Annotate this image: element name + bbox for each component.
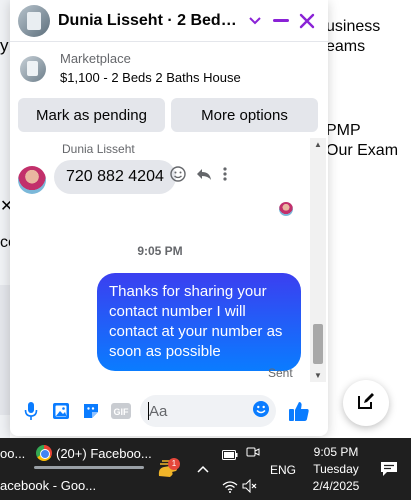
background-link-text[interactable]: Our Exam bbox=[326, 141, 398, 161]
background-link-text[interactable]: PMP bbox=[326, 121, 361, 141]
scrollbar-thumb[interactable] bbox=[313, 324, 323, 364]
message-composer: GIF bbox=[10, 390, 328, 432]
sender-avatar[interactable] bbox=[18, 166, 46, 194]
clock-date: 2/4/2025 bbox=[312, 479, 360, 493]
close-icon[interactable] bbox=[294, 8, 320, 34]
messenger-chat-window: Dunia Lisseht · 2 Beds 2 Baths House Mar… bbox=[10, 0, 328, 436]
message-input-wrapper[interactable] bbox=[140, 395, 276, 427]
gif-icon[interactable]: GIF bbox=[106, 396, 136, 426]
mark-as-pending-button[interactable]: Mark as pending bbox=[18, 98, 165, 132]
speaker-muted-icon[interactable] bbox=[242, 478, 258, 498]
chevron-down-icon[interactable] bbox=[242, 8, 268, 34]
listing-label: Marketplace bbox=[60, 51, 131, 66]
chevron-up-icon[interactable] bbox=[197, 460, 209, 476]
scroll-up-arrow-icon[interactable]: ▲ bbox=[310, 140, 326, 149]
sender-name: Dunia Lisseht bbox=[62, 142, 135, 156]
scrollbar[interactable]: ▲ ▼ bbox=[310, 138, 326, 382]
sticker-icon[interactable] bbox=[76, 396, 106, 426]
battery-icon[interactable] bbox=[222, 447, 238, 465]
minimize-icon[interactable] bbox=[268, 8, 294, 34]
background-left-panel bbox=[0, 285, 10, 415]
svg-text:GIF: GIF bbox=[114, 407, 130, 417]
sent-status: Sent bbox=[268, 366, 293, 380]
outgoing-message-bubble: Thanks for sharing your contact number I… bbox=[97, 273, 301, 371]
emoji-icon[interactable] bbox=[252, 400, 270, 423]
listing-actions: Mark as pending More options bbox=[10, 94, 328, 132]
seen-indicator-avatar bbox=[279, 202, 293, 216]
more-options-button[interactable]: More options bbox=[171, 98, 318, 132]
chat-title[interactable]: Dunia Lisseht · 2 Beds 2 Baths House bbox=[58, 12, 238, 30]
taskbar-item-facebook[interactable]: (20+) Faceboo... bbox=[56, 446, 152, 461]
taskbar: oo... (20+) Faceboo... acebook - Goo... … bbox=[0, 438, 411, 500]
message-timestamp: 9:05 PM bbox=[137, 244, 183, 258]
react-emoji-icon[interactable] bbox=[170, 166, 186, 187]
background-link-text[interactable]: usiness bbox=[326, 17, 380, 37]
chat-header[interactable]: Dunia Lisseht · 2 Beds 2 Baths House bbox=[10, 0, 328, 42]
microphone-icon[interactable] bbox=[16, 396, 46, 426]
scroll-down-arrow-icon[interactable]: ▼ bbox=[310, 371, 326, 380]
taskbar-item[interactable]: oo... bbox=[0, 446, 25, 461]
wifi-icon[interactable] bbox=[222, 480, 238, 498]
message-input[interactable] bbox=[149, 402, 252, 420]
camera-icon[interactable] bbox=[246, 445, 260, 464]
incoming-message-bubble: 720 882 4204 bbox=[54, 160, 176, 194]
compose-icon bbox=[356, 391, 376, 416]
clock-time: 9:05 PM bbox=[313, 445, 359, 459]
more-dots-icon[interactable] bbox=[222, 166, 228, 187]
photo-icon[interactable] bbox=[46, 396, 76, 426]
background-link-text[interactable]: eams bbox=[326, 37, 365, 57]
taskbar-item-facebook-google[interactable]: acebook - Goo... bbox=[0, 478, 96, 493]
listing-title: $1,100 - 2 Beds 2 Baths House bbox=[60, 70, 241, 85]
active-window-indicator bbox=[34, 466, 144, 469]
reply-icon[interactable] bbox=[196, 166, 212, 187]
listing-thumbnail[interactable] bbox=[20, 56, 46, 82]
notifications-icon[interactable] bbox=[380, 461, 398, 482]
new-message-button[interactable] bbox=[343, 380, 389, 426]
message-actions bbox=[170, 166, 228, 187]
thumbs-up-icon[interactable] bbox=[284, 396, 314, 426]
language-indicator[interactable]: ENG bbox=[270, 463, 296, 477]
marketplace-listing[interactable]: Marketplace $1,100 - 2 Beds 2 Baths Hous… bbox=[10, 42, 328, 94]
system-clock[interactable]: 9:05 PM Tuesday 2/4/2025 bbox=[305, 444, 367, 495]
notification-badge: 1 bbox=[168, 458, 180, 470]
listing-avatar[interactable] bbox=[18, 4, 50, 37]
chrome-icon[interactable] bbox=[36, 445, 52, 461]
background-fragment: y bbox=[0, 36, 9, 55]
message-thread: Dunia Lisseht 720 882 4204 9:05 PM Thank… bbox=[10, 138, 328, 382]
clock-day: Tuesday bbox=[313, 462, 359, 476]
